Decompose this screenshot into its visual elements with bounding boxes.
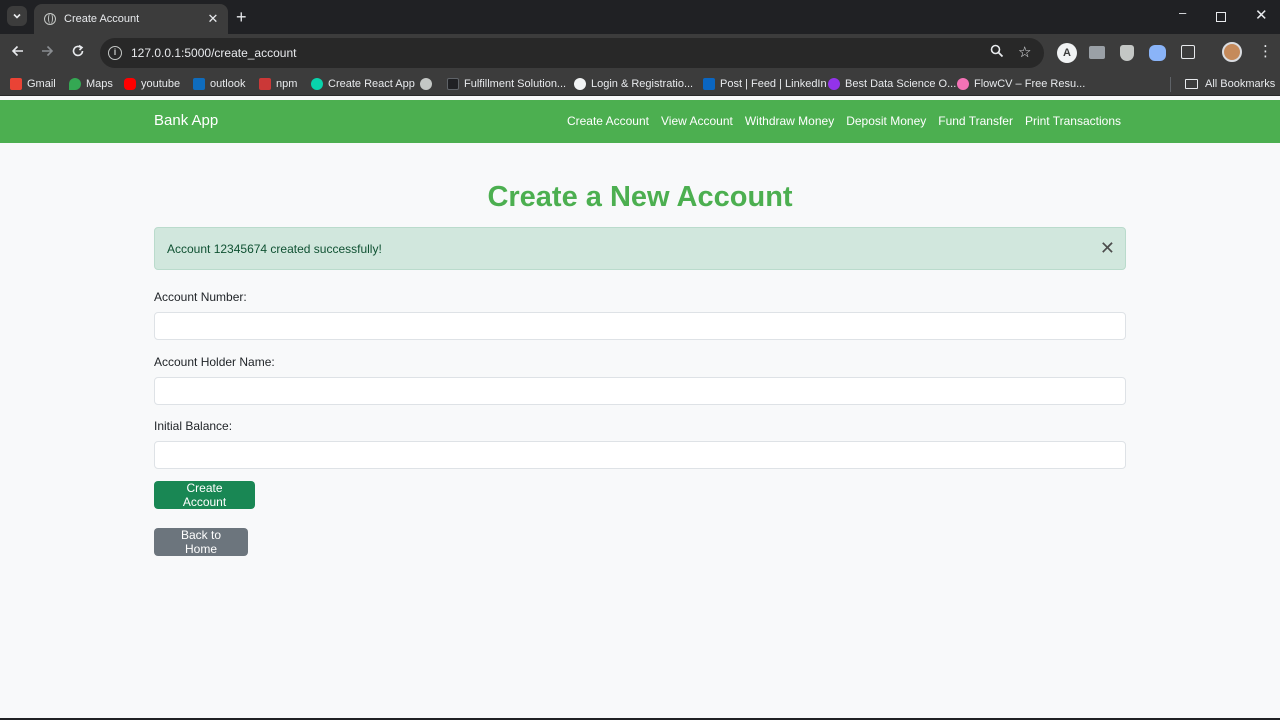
url-text[interactable]: 127.0.0.1:5000/create_account [131, 46, 296, 60]
github-icon [574, 78, 586, 90]
browser-toolbar: i 127.0.0.1:5000/create_account ☆ A ⋮ [0, 34, 1280, 72]
alert-message: Account 12345674 created successfully! [167, 242, 382, 256]
bookmark-label: youtube [141, 78, 181, 90]
bookmark-maps[interactable]: Maps [69, 77, 113, 91]
back-to-home-button[interactable]: Back to Home [154, 528, 248, 556]
back-button[interactable] [11, 44, 25, 62]
nav-links: Create Account View Account Withdraw Mon… [567, 114, 1121, 128]
brand-link[interactable]: Bank App [154, 112, 218, 129]
bookmark-label: outlook [210, 78, 246, 90]
create-account-button[interactable]: Create Account [154, 481, 255, 509]
gmail-icon [10, 78, 22, 90]
nav-link-withdraw-money[interactable]: Withdraw Money [745, 114, 834, 128]
extension-folder-icon[interactable] [1089, 46, 1105, 59]
browser-tab-active[interactable]: Create Account ✕ [34, 4, 228, 34]
bookmark-label: Maps [86, 78, 113, 90]
youtube-icon [124, 78, 136, 90]
shield-icon[interactable] [1120, 45, 1134, 61]
datascience-icon [828, 78, 840, 90]
flowcv-icon [957, 78, 969, 90]
outlook-icon [193, 78, 205, 90]
bookmark-fulfillment[interactable]: Fulfillment Solution... [447, 77, 566, 91]
tab-close-icon[interactable]: ✕ [206, 11, 220, 27]
bookmark-label: Create React App [328, 78, 415, 90]
bookmark-label: Fulfillment Solution... [464, 78, 567, 90]
fulfillment-icon [447, 78, 459, 90]
nav-link-deposit-money[interactable]: Deposit Money [846, 114, 926, 128]
forward-button[interactable] [40, 44, 54, 62]
menu-kebab-icon[interactable]: ⋮ [1258, 44, 1273, 60]
page-title: Create a New Account [487, 181, 793, 213]
maximize-button[interactable] [1216, 12, 1226, 22]
bookmark-login-registration[interactable]: Login & Registratio... [574, 77, 693, 91]
profile-avatar[interactable] [1222, 42, 1242, 62]
minimize-button[interactable]: – [1179, 6, 1186, 20]
bookmark-label: FlowCV – Free Resu... [974, 78, 1086, 90]
nav-link-fund-transfer[interactable]: Fund Transfer [938, 114, 1013, 128]
linkedin-icon [703, 78, 715, 90]
bookmarks-divider [1170, 77, 1171, 92]
close-icon[interactable]: ✕ [1100, 238, 1115, 258]
tab-title: Create Account [64, 13, 140, 25]
browser-tabstrip: Create Account ✕ + – ✕ [0, 0, 1280, 34]
reload-button[interactable] [71, 44, 85, 62]
bookmark-linkedin[interactable]: Post | Feed | LinkedIn [703, 77, 827, 91]
reload-icon [72, 44, 84, 57]
bookmark-label: Best Data Science O... [845, 78, 957, 90]
folder-icon [1185, 79, 1198, 89]
bookmark-outlook[interactable]: outlook [193, 77, 245, 91]
bookmark-label: Post | Feed | LinkedIn [720, 78, 827, 90]
tab-search-button[interactable] [7, 6, 27, 26]
nav-link-create-account[interactable]: Create Account [567, 114, 649, 128]
arrow-right-icon [42, 45, 54, 57]
chevron-down-icon [13, 13, 21, 19]
arrow-left-icon [11, 45, 23, 57]
holder-name-label: Account Holder Name: [154, 355, 275, 369]
bookmark-data-science[interactable]: Best Data Science O... [828, 77, 956, 91]
maps-icon [69, 78, 81, 90]
initial-balance-label: Initial Balance: [154, 419, 233, 433]
nav-link-view-account[interactable]: View Account [661, 114, 733, 128]
extension-a-icon[interactable]: A [1057, 43, 1077, 63]
puzzle-icon[interactable] [1181, 45, 1195, 59]
bookmark-label: Login & Registratio... [591, 78, 694, 90]
extension-eyes-icon[interactable] [1149, 45, 1166, 61]
all-bookmarks-button[interactable]: All Bookmarks [1185, 77, 1275, 91]
globe-icon [44, 13, 56, 25]
success-alert: Account 12345674 created successfully! ✕ [154, 227, 1126, 270]
new-tab-button[interactable]: + [236, 8, 247, 26]
holder-name-input[interactable] [154, 377, 1126, 405]
all-bookmarks-label: All Bookmarks [1205, 78, 1276, 90]
zoom-icon[interactable] [990, 44, 1004, 61]
bookmark-create-react-app[interactable]: Create React App [311, 77, 415, 91]
globe-icon [420, 78, 432, 90]
react-icon [311, 78, 323, 90]
npm-icon [259, 78, 271, 90]
window-close-button[interactable]: ✕ [1255, 8, 1268, 23]
account-number-input[interactable] [154, 312, 1126, 340]
bookmark-youtube[interactable]: youtube [124, 77, 180, 91]
account-number-label: Account Number: [154, 290, 247, 304]
bookmark-npm[interactable]: npm [259, 77, 297, 91]
bookmark-gmail[interactable]: Gmail [10, 77, 56, 91]
bookmark-globe[interactable] [420, 77, 437, 91]
address-bar[interactable]: i 127.0.0.1:5000/create_account ☆ [100, 38, 1044, 68]
site-navbar: Bank App Create Account View Account Wit… [0, 100, 1280, 143]
nav-link-print-transactions[interactable]: Print Transactions [1025, 114, 1121, 128]
bookmark-flowcv[interactable]: FlowCV – Free Resu... [957, 77, 1085, 91]
bookmark-label: npm [276, 78, 298, 90]
bookmark-star-icon[interactable]: ☆ [1018, 43, 1031, 61]
info-icon[interactable]: i [108, 46, 122, 60]
initial-balance-input[interactable] [154, 441, 1126, 469]
bookmark-label: Gmail [27, 78, 56, 90]
bookmarks-bar: Gmail Maps youtube outlook npm Create Re… [0, 72, 1280, 96]
